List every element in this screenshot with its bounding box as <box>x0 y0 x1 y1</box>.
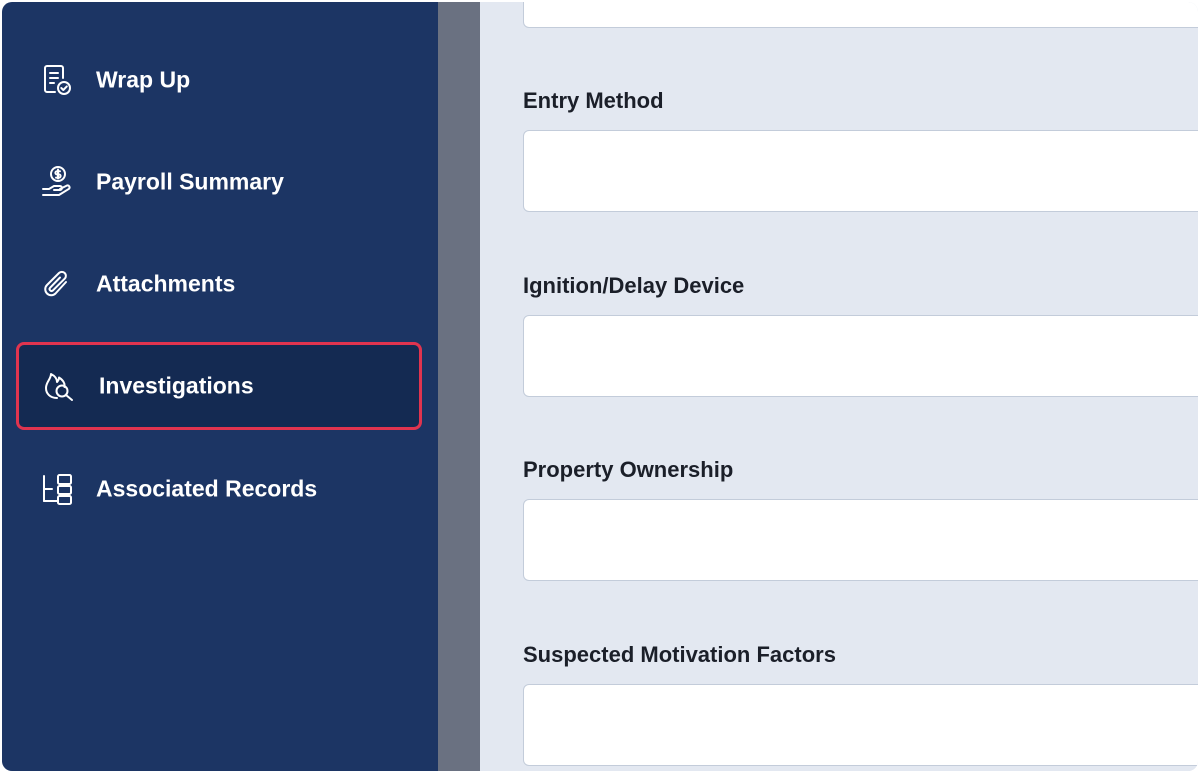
property-ownership-input[interactable] <box>523 499 1198 581</box>
ignition-delay-device-label: Ignition/Delay Device <box>523 273 745 298</box>
app-window: Wrap Up Payroll Summary Attachments Inve… <box>2 2 1198 771</box>
sidebar-item-payroll-summary[interactable]: Payroll Summary <box>16 138 422 226</box>
ignition-delay-device-input[interactable] <box>523 315 1198 397</box>
paperclip-icon <box>38 265 76 303</box>
form-panel: Entry Method Ignition/Delay Device Prope… <box>480 2 1198 771</box>
suspected-motivation-factors-input[interactable] <box>523 684 1198 766</box>
fire-search-icon <box>41 367 79 405</box>
document-check-icon <box>38 61 76 99</box>
sidebar-item-label: Associated Records <box>96 475 318 502</box>
sidebar-item-associated-records[interactable]: Associated Records <box>16 445 422 533</box>
sidebar-item-wrap-up[interactable]: Wrap Up <box>16 36 422 124</box>
entry-method-input[interactable] <box>523 130 1198 212</box>
sidebar-item-investigations[interactable]: Investigations <box>16 342 422 430</box>
hierarchy-icon <box>38 470 76 508</box>
property-ownership-label: Property Ownership <box>523 457 734 482</box>
suspected-motivation-factors-label: Suspected Motivation Factors <box>523 642 836 667</box>
sidebar-nav: Wrap Up Payroll Summary Attachments Inve… <box>2 2 438 771</box>
sidebar-item-label: Attachments <box>96 270 236 297</box>
sidebar-item-label: Investigations <box>99 372 254 399</box>
sidebar-item-label: Wrap Up <box>96 66 191 93</box>
hand-dollar-icon <box>38 163 76 201</box>
sidebar-item-label: Payroll Summary <box>96 168 284 195</box>
previous-field-input[interactable] <box>523 2 1198 28</box>
sidebar-item-attachments[interactable]: Attachments <box>16 240 422 328</box>
entry-method-label: Entry Method <box>523 88 664 113</box>
panel-divider <box>438 2 480 771</box>
